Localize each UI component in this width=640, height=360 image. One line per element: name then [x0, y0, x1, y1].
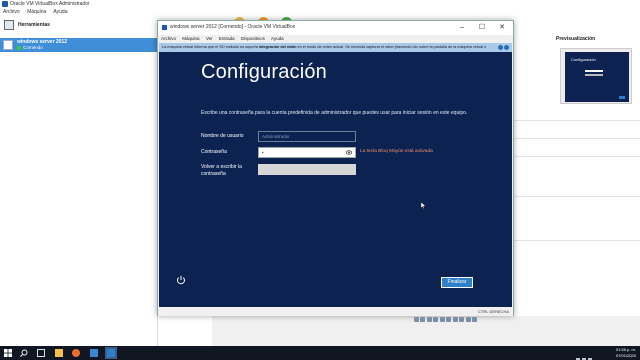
username-field[interactable]: Administrador [258, 131, 356, 142]
menu-archivo[interactable]: Archivo [3, 9, 20, 15]
preview-field [585, 70, 603, 72]
vm-window-title: windows server 2012 [Corriendo] - Oracle… [170, 24, 296, 30]
cursor-icon [421, 202, 426, 209]
mouse-integration-notice: La máquina virtual informa que el SO inv… [159, 43, 512, 52]
audio-icon[interactable] [426, 317, 432, 322]
tray-icons [576, 350, 594, 360]
notice-text: La máquina virtual informa que el SO inv… [162, 45, 259, 49]
minimize-button[interactable]: – [452, 22, 472, 34]
password-value: • [262, 150, 264, 155]
divider [512, 138, 640, 139]
manager-menubar: Archivo Máquina Ayuda [0, 8, 640, 16]
password-label: Contraseña [201, 149, 227, 155]
close-button[interactable]: ✕ [492, 22, 512, 34]
divider [512, 240, 640, 241]
preview-thumbnail: Configuración [560, 48, 632, 104]
windows-start-icon[interactable] [4, 349, 12, 357]
taskbar: 01:55 p. m. 07/01/2020 [0, 346, 640, 360]
manager-titlebar: Oracle VM VirtualBox Administrador [0, 0, 640, 8]
vm-statusbar: CTRL DERECHA [158, 307, 513, 322]
confirm-password-field[interactable] [258, 164, 356, 175]
vm-menubar: Archivo Máquina Ver Entrada Dispositivos… [158, 35, 513, 43]
cpu-icon[interactable] [465, 317, 471, 322]
host-key: CTRL DERECHA [478, 309, 509, 314]
hdd-icon[interactable] [413, 317, 419, 322]
menu-maquina[interactable]: Máquina [182, 36, 199, 41]
windows-vm-icon [3, 40, 13, 50]
clock-date: 07/01/2020 [615, 353, 636, 358]
menu-entrada[interactable]: Entrada [219, 36, 235, 41]
page-title: Configuración [201, 61, 328, 83]
menu-archivo[interactable]: Archivo [161, 36, 176, 41]
menu-maquina[interactable]: Máquina [27, 9, 46, 15]
usb-icon[interactable] [439, 317, 445, 322]
preview-screen: Configuración [565, 52, 629, 102]
network-icon[interactable] [433, 317, 438, 322]
caps-lock-warning: La tecla Bloq Mayús está activada [360, 149, 433, 154]
menu-ayuda[interactable]: Ayuda [271, 36, 284, 41]
description: Escribe una contraseña para la cuenta pr… [201, 110, 468, 116]
preview-button [619, 96, 625, 99]
vm-list-item[interactable]: windows server 2012 Corriendo [0, 38, 158, 52]
search-icon[interactable] [20, 349, 28, 357]
preview-field [585, 74, 603, 76]
info-icon[interactable] [498, 45, 503, 50]
shared-folder-icon[interactable] [446, 317, 451, 322]
divider [512, 120, 640, 121]
preview-title: Configuración [571, 57, 596, 62]
manager-title: Oracle VM VirtualBox Administrador [10, 1, 90, 7]
menu-dispositivos[interactable]: Dispositivos [241, 36, 265, 41]
preview-heading: Previsualización [556, 36, 596, 42]
eye-icon[interactable] [346, 150, 352, 155]
virtualbox-icon [162, 25, 167, 30]
menu-ayuda[interactable]: Ayuda [53, 9, 67, 15]
menu-ver[interactable]: Ver [206, 36, 213, 41]
virtualbox-icon [2, 1, 8, 7]
username-label: Nombre de usuario [201, 133, 244, 139]
accessibility-icon[interactable] [176, 275, 186, 285]
divider [512, 196, 640, 197]
virtualbox-taskbar-icon[interactable] [105, 347, 117, 359]
notice-bold: integración del ratón [258, 45, 297, 49]
notice-actions [497, 45, 509, 52]
mouse-icon[interactable] [472, 317, 477, 322]
clock[interactable]: 01:55 p. m. 07/01/2020 [616, 347, 636, 359]
close-notice-icon[interactable] [504, 45, 509, 50]
recording-icon[interactable] [459, 317, 464, 322]
vm-titlebar[interactable]: windows server 2012 [Corriendo] - Oracle… [158, 21, 513, 35]
running-icon [17, 46, 21, 50]
tools-icon[interactable] [4, 20, 14, 30]
guest-screen[interactable]: Configuración Escribe una contraseña par… [159, 52, 512, 307]
maximize-button[interactable]: ☐ [472, 22, 492, 34]
device-icons [412, 309, 477, 327]
finish-button[interactable]: Finalizar [441, 277, 473, 288]
app-icon[interactable] [90, 349, 98, 357]
vm-window: windows server 2012 [Corriendo] - Oracle… [157, 20, 514, 322]
firefox-icon[interactable] [72, 349, 80, 357]
notice-text-rest: en el modo de vídeo actual. Se necesita … [296, 45, 487, 49]
divider [512, 156, 640, 157]
confirm-password-label: Volver a escribir la contraseña [201, 164, 242, 177]
file-explorer-icon[interactable] [55, 349, 63, 357]
tools-label[interactable]: Herramientas [18, 22, 50, 28]
vm-state: Corriendo [23, 45, 43, 50]
password-field[interactable]: • [258, 147, 356, 158]
task-view-icon[interactable] [37, 349, 45, 357]
display-icon[interactable] [452, 317, 458, 322]
optical-icon[interactable] [420, 317, 425, 322]
vm-list-panel [0, 34, 158, 346]
